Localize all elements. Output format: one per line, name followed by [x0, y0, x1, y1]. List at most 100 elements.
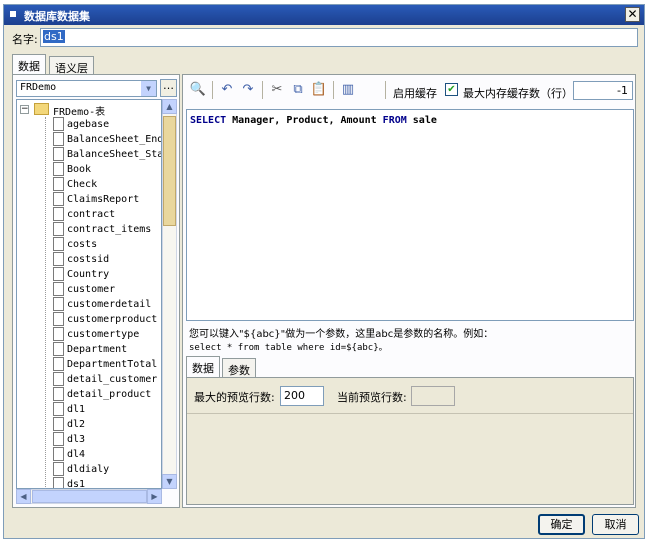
tree-item-label: ds1: [67, 479, 86, 489]
tree-item-label: dl1: [67, 404, 86, 415]
toolbar-separator: [385, 81, 386, 99]
check-icon: ✔: [447, 84, 456, 95]
tree-item-label: ClaimsReport: [67, 194, 140, 205]
table-icon: [53, 147, 64, 161]
enable-cache-checkbox[interactable]: ✔: [445, 83, 458, 96]
toolbar-separator: [333, 81, 334, 99]
tree-horizontal-scrollbar[interactable]: ◀ ▶: [16, 489, 162, 504]
query-panel: 🔍 ↶ ↷ ✂ ⧉ 📋 ▥ 启用缓存 ✔ 最大内存缓存数（行） -1 SELEC…: [182, 74, 636, 508]
paste-icon[interactable]: 📋: [310, 81, 328, 99]
table-icon: [53, 132, 64, 146]
table-icon: [53, 252, 64, 266]
name-input[interactable]: ds1: [40, 28, 638, 47]
tab-parameters[interactable]: 参数: [222, 358, 256, 377]
database-select[interactable]: FRDemo ▼: [16, 80, 157, 97]
sql-table: sale: [406, 115, 437, 126]
tree-item-label: dldialy: [67, 464, 110, 475]
parameter-example: select * from table where id=${abc}。: [189, 343, 388, 353]
table-icon: [53, 222, 64, 236]
tree-item-label: customerdetail: [67, 299, 152, 310]
window-title: 数据库数据集: [24, 10, 90, 23]
collapse-icon[interactable]: −: [20, 105, 29, 114]
toolbar-separator: [212, 81, 213, 99]
ok-button[interactable]: 确定: [538, 514, 585, 535]
tree-item-label: customertype: [67, 329, 140, 340]
tree-item-label: Country: [67, 269, 110, 280]
enable-cache-label: 启用缓存: [393, 87, 437, 100]
tab-preview-data[interactable]: 数据: [186, 356, 220, 377]
table-icon: [53, 402, 64, 416]
tree-item-label: detail_product: [67, 389, 152, 400]
table-icon: [53, 267, 64, 281]
sql-keyword: FROM: [382, 115, 407, 126]
tab-data[interactable]: 数据: [12, 54, 46, 75]
tree-item-label: agebase: [67, 119, 110, 130]
parameter-hint: 您可以键入"${abc}"做为一个参数，这里abc是参数的名称。例如：: [189, 329, 494, 340]
window-icon: [10, 11, 16, 17]
max-cache-input[interactable]: -1: [573, 81, 633, 100]
current-preview-rows-label: 当前预览行数:: [337, 391, 407, 404]
max-preview-rows-label: 最大的预览行数:: [194, 391, 275, 404]
title-bar[interactable]: 数据库数据集 ✕: [4, 5, 644, 25]
close-button[interactable]: ✕: [625, 7, 640, 22]
table-icon: [53, 297, 64, 311]
current-preview-rows-field: [411, 386, 455, 406]
chevron-down-icon[interactable]: ▼: [141, 81, 156, 96]
max-preview-rows-input[interactable]: 200: [280, 386, 324, 406]
folder-open-icon: [34, 103, 49, 115]
copy-icon[interactable]: ⧉: [289, 81, 307, 99]
table-icon: [53, 177, 64, 191]
preview-panel: 最大的预览行数: 200 当前预览行数:: [186, 377, 634, 505]
table-icon: [53, 162, 64, 176]
table-icon: [53, 387, 64, 401]
scroll-down-icon[interactable]: ▼: [162, 474, 177, 489]
tree-item-label: costsid: [67, 254, 110, 265]
database-selected: FRDemo: [20, 82, 57, 93]
tree-item-label: customer: [67, 284, 116, 295]
tree-vertical-scrollbar[interactable]: ▲ ▼: [162, 99, 177, 489]
table-icon: [53, 342, 64, 356]
scroll-right-icon[interactable]: ▶: [147, 489, 162, 504]
table-icon: [53, 417, 64, 431]
undo-icon[interactable]: ↶: [218, 81, 236, 99]
tree-item-label: Department: [67, 344, 128, 355]
name-label: 名字:: [12, 33, 38, 46]
tree-item-label: dl2: [67, 419, 86, 430]
tree-item-label: contract_items: [67, 224, 152, 235]
name-value: ds1: [43, 30, 65, 43]
table-icon: [53, 447, 64, 461]
sql-editor[interactable]: SELECT Manager, Product, Amount FROM sal…: [186, 109, 634, 321]
table-icon: [53, 477, 64, 488]
database-more-button[interactable]: …: [160, 79, 177, 97]
tree-item-label: customerproduct: [67, 314, 158, 325]
scroll-thumb-horizontal[interactable]: [32, 490, 147, 503]
preview-area: [187, 413, 633, 504]
dialog-window: 数据库数据集 ✕ 名字: ds1 数据 语义层 FRDemo ▼ … − FRD…: [3, 4, 645, 539]
tree-item-label: dl3: [67, 434, 86, 445]
sql-keyword: SELECT: [190, 115, 227, 126]
tree-root-label: FRDemo-表: [53, 107, 106, 118]
scroll-thumb[interactable]: [163, 116, 176, 226]
tree-item-label: Book: [67, 164, 92, 175]
table-icon: [53, 192, 64, 206]
cut-icon[interactable]: ✂: [268, 81, 286, 99]
sql-fields: Manager, Product, Amount: [226, 115, 383, 126]
tree-item-label: costs: [67, 239, 98, 250]
columns-icon[interactable]: ▥: [339, 81, 357, 99]
table-icon: [53, 462, 64, 476]
table-icon: [53, 312, 64, 326]
tree-guide-line: [45, 117, 46, 488]
toolbar-separator: [262, 81, 263, 99]
tree-item-label: BalanceSheet_End: [67, 134, 162, 145]
table-icon: [53, 117, 64, 131]
tab-semantic-layer[interactable]: 语义层: [49, 56, 94, 75]
table-icon: [53, 372, 64, 386]
preview-icon[interactable]: 🔍: [189, 81, 207, 99]
scroll-up-icon[interactable]: ▲: [162, 99, 177, 114]
table-icon: [53, 237, 64, 251]
redo-icon[interactable]: ↷: [239, 81, 257, 99]
tree-item-label: BalanceSheet_Star: [67, 149, 162, 160]
cancel-button[interactable]: 取消: [592, 514, 639, 535]
tree-item-label: DepartmentTotal: [67, 359, 158, 370]
scroll-left-icon[interactable]: ◀: [16, 489, 31, 504]
